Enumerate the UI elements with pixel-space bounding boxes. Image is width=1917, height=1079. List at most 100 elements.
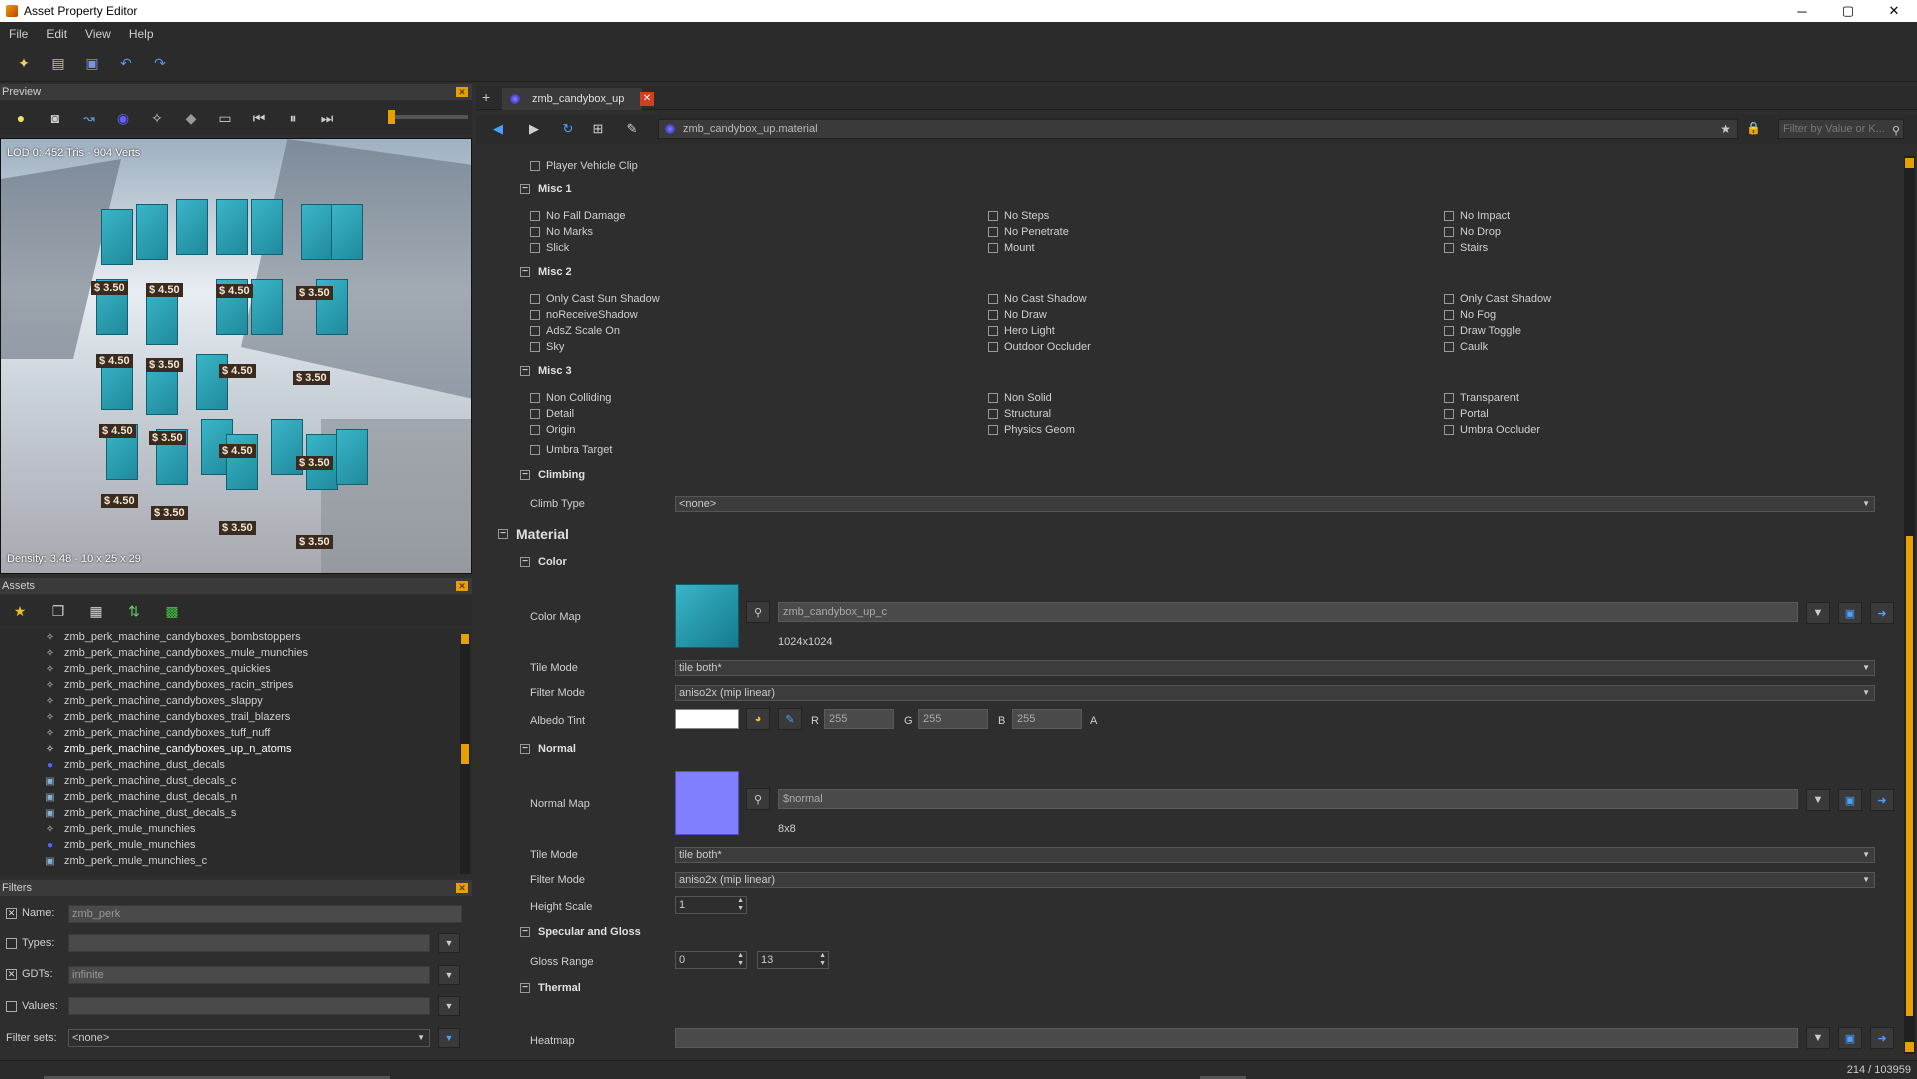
checkbox[interactable] [530,445,540,455]
spin-arrows-icon[interactable]: ▲ ▼ [737,897,744,913]
climbing-section-header[interactable]: − Climbing [520,469,585,481]
checkbox[interactable] [530,393,540,403]
checkbox[interactable] [530,342,540,352]
checkbox[interactable] [988,409,998,419]
color-palette-icon[interactable]: ◕ [746,708,770,730]
copy-icon[interactable]: ❐ [48,601,68,621]
list-item[interactable]: ✧ zmb_perk_machine_candyboxes_bombstopper… [0,629,472,645]
image-icon[interactable]: ▣ [1838,602,1862,624]
search-icon[interactable]: ⚲ [746,788,770,810]
albedo-tint-swatch[interactable] [675,709,739,729]
preview-close-icon[interactable]: ✕ [456,87,468,97]
collapse-icon[interactable]: − [520,744,530,754]
scroll-thumb[interactable] [1906,536,1913,1016]
filter-funnel-icon[interactable]: ▼ [438,1028,460,1048]
collapse-icon[interactable]: − [520,927,530,937]
sphere-icon[interactable]: ◉ [112,107,134,129]
normal-map-field[interactable]: $normal [778,789,1798,809]
player-vehicle-clip-checkbox[interactable] [530,161,540,171]
list-item[interactable]: ✧ zmb_perk_machine_candyboxes_tuff_nuff [0,725,472,741]
filters-close-icon[interactable]: ✕ [456,883,468,893]
new-file-icon[interactable]: ✦ [14,54,34,74]
chevron-down-icon[interactable]: ▼ [1806,602,1830,624]
search-icon[interactable]: ⚲ [746,601,770,623]
gdts-filter-input[interactable]: infinite [68,966,430,984]
checkbox[interactable] [530,326,540,336]
image-icon[interactable]: ▣ [1838,789,1862,811]
goto-arrow-icon[interactable]: ➜ [1870,602,1894,624]
mesh-icon[interactable]: ◆ [180,107,202,129]
camera-icon[interactable]: ◙ [44,107,66,129]
name-filter-input[interactable]: zmb_perk [68,905,462,923]
checkbox[interactable] [988,393,998,403]
checkbox[interactable] [1444,227,1454,237]
eyedropper-icon[interactable]: ✎ [778,708,802,730]
menu-view[interactable]: View [76,27,120,41]
new-tab-button[interactable]: + [482,90,498,106]
collapse-icon[interactable]: − [520,470,530,480]
misc1-section-header[interactable]: − Misc 1 [520,183,572,195]
redo-icon[interactable]: ↷ [150,54,170,74]
collapse-icon[interactable]: − [520,267,530,277]
checkbox[interactable] [530,310,540,320]
excel-icon[interactable]: ▩ [162,601,182,621]
checkbox[interactable] [1444,243,1454,253]
assets-close-icon[interactable]: ✕ [456,581,468,591]
list-item[interactable]: ✧ zmb_perk_machine_candyboxes_mule_munchi… [0,645,472,661]
skip-end-icon[interactable]: ⏭ [316,107,338,129]
list-item[interactable]: ▣ zmb_perk_machine_dust_decals_s [0,805,472,821]
edit-icon[interactable]: ✎ [622,119,642,139]
misc3-section-header[interactable]: − Misc 3 [520,365,572,377]
checkbox[interactable] [530,243,540,253]
scroll-thumb[interactable] [461,744,469,764]
goto-arrow-icon[interactable]: ➜ [1870,1027,1894,1049]
back-icon[interactable]: ◀ [488,119,508,139]
misc2-section-header[interactable]: − Misc 2 [520,266,572,278]
color-map-field[interactable]: zmb_candybox_up_c [778,602,1798,622]
menu-file[interactable]: File [0,27,37,41]
favorite-star-icon[interactable]: ★ [10,601,30,621]
checkbox[interactable] [988,425,998,435]
search-icon[interactable]: ⚲ [1892,122,1900,140]
checkbox[interactable] [1444,409,1454,419]
checkbox[interactable] [530,211,540,221]
checkbox[interactable] [1444,294,1454,304]
checkbox[interactable] [1444,326,1454,336]
checkbox[interactable] [1444,342,1454,352]
checkbox[interactable] [530,227,540,237]
checkbox[interactable] [1444,425,1454,435]
rewind-icon[interactable]: ⏮ [248,107,270,129]
preview-viewport[interactable]: LOD 0: 452 Tris - 904 Verts $ 3.50 $ 4.5… [0,138,472,574]
thermal-section-header[interactable]: − Thermal [520,982,581,994]
scroll-down-arrow[interactable] [1905,1042,1914,1052]
checkbox[interactable] [988,294,998,304]
normal-section-header[interactable]: − Normal [520,743,576,755]
scroll-up-arrow[interactable] [1905,158,1914,168]
specular-section-header[interactable]: − Specular and Gloss [520,926,641,938]
checkbox[interactable] [988,227,998,237]
undo-icon[interactable]: ↶ [116,54,136,74]
collapse-icon[interactable]: − [498,529,508,539]
save-icon[interactable]: ▣ [82,54,102,74]
height-scale-spinbox[interactable]: 1 ▲ ▼ [675,896,747,914]
checkbox[interactable] [988,310,998,320]
collapse-icon[interactable]: − [520,557,530,567]
material-section-header[interactable]: − Material [498,526,569,542]
color-map-thumbnail[interactable] [675,584,739,648]
list-item[interactable]: ▣ zmb_perk_machine_dust_decals_c [0,773,472,789]
stack-icon[interactable]: ▦ [86,601,106,621]
checkbox[interactable] [988,243,998,253]
light-bulb-icon[interactable]: ● [10,107,32,129]
checkbox[interactable] [988,211,998,221]
tab-close-icon[interactable]: ✕ [640,92,654,106]
menu-edit[interactable]: Edit [37,27,76,41]
spin-arrows-icon[interactable]: ▲ ▼ [737,952,744,968]
image-icon[interactable]: ▣ [1838,1027,1862,1049]
goto-arrow-icon[interactable]: ➜ [1870,789,1894,811]
checkbox[interactable] [1444,310,1454,320]
g-field[interactable]: 255 [918,709,988,729]
collapse-icon[interactable]: − [520,983,530,993]
checkbox[interactable] [530,409,540,419]
assets-scrollbar[interactable] [460,634,470,874]
list-item[interactable]: ✧ zmb_perk_machine_candyboxes_racin_strip… [0,677,472,693]
